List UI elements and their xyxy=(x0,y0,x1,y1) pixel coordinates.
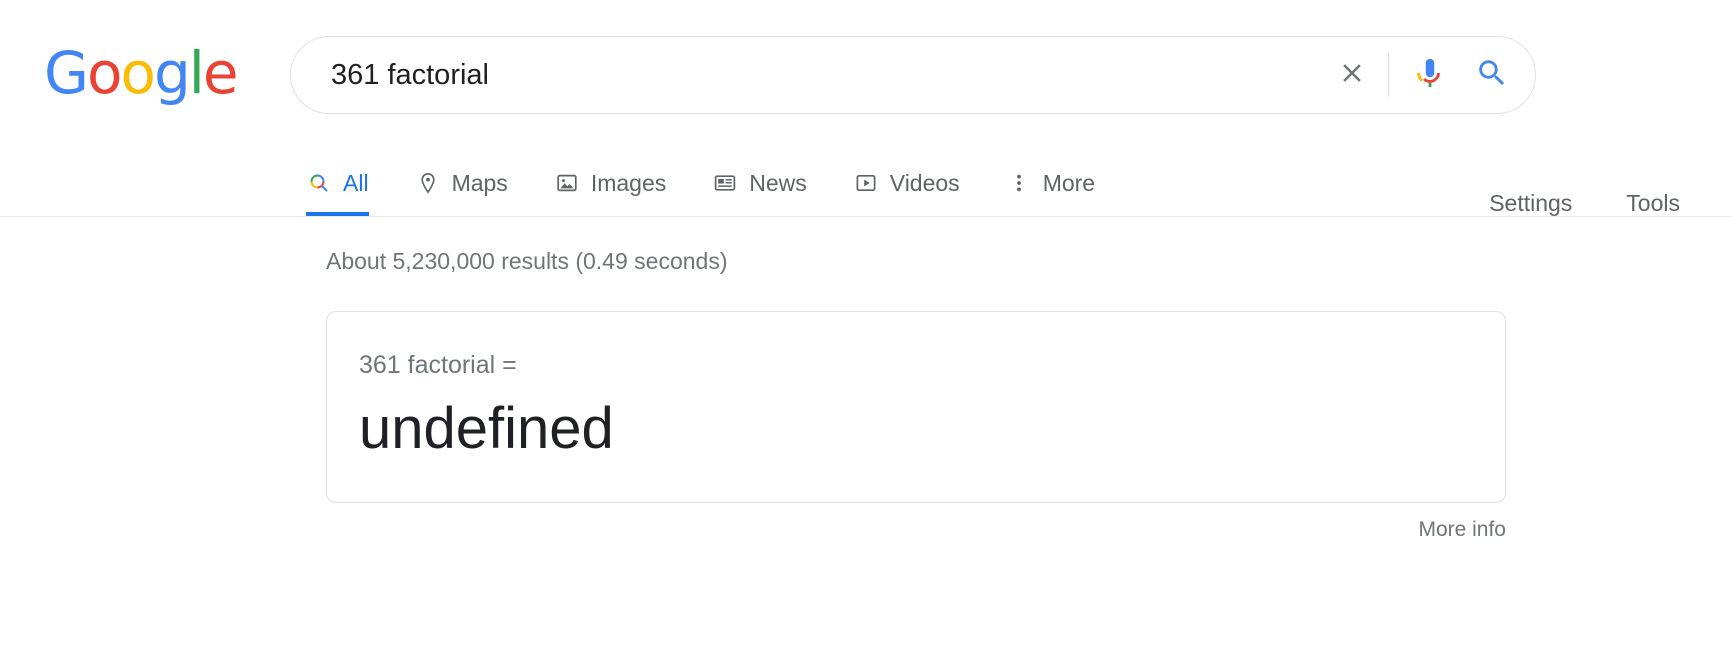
tab-maps[interactable]: Maps xyxy=(415,148,530,216)
logo-letter-g2: g xyxy=(153,39,191,107)
voice-search-button[interactable] xyxy=(1399,44,1461,106)
search-input[interactable] xyxy=(291,58,1324,92)
video-play-icon xyxy=(853,170,879,196)
tab-images[interactable]: Images xyxy=(554,148,688,216)
search-nav-bar: All Maps Images News Videos More Setting… xyxy=(0,148,1732,217)
search-box[interactable] xyxy=(290,36,1536,114)
logo-letter-o2: o xyxy=(120,39,155,107)
tab-more-label: More xyxy=(1042,170,1096,196)
tab-news[interactable]: News xyxy=(712,148,829,216)
logo-letter-l: l xyxy=(188,39,205,107)
kebab-menu-icon xyxy=(1006,170,1032,196)
tab-maps-label: Maps xyxy=(451,170,508,196)
news-icon xyxy=(712,170,738,196)
tab-all[interactable]: All xyxy=(306,148,391,216)
more-info-row: More info xyxy=(326,517,1506,543)
google-logo[interactable]: Google xyxy=(44,44,239,102)
calculator-answer-card: 361 factorial = undefined xyxy=(326,311,1506,503)
image-icon xyxy=(554,170,580,196)
search-box-actions xyxy=(1324,37,1535,113)
tools-button[interactable]: Tools xyxy=(1626,190,1680,216)
map-pin-icon xyxy=(415,170,441,196)
result-stats: About 5,230,000 results (0.49 seconds) xyxy=(326,248,728,274)
tab-videos-label: Videos xyxy=(889,170,960,196)
tab-videos[interactable]: Videos xyxy=(853,148,982,216)
search-header: Google xyxy=(0,0,1732,148)
clear-search-button[interactable] xyxy=(1324,47,1380,103)
close-icon xyxy=(1337,58,1367,93)
calculator-expression: 361 factorial = xyxy=(359,351,517,379)
search-box-divider xyxy=(1388,53,1389,97)
settings-button[interactable]: Settings xyxy=(1489,190,1572,216)
calculator-answer: undefined xyxy=(359,396,614,461)
more-info-link[interactable]: More info xyxy=(1418,517,1506,543)
logo-letter-o1: o xyxy=(86,39,122,107)
search-nav-inner: All Maps Images News Videos More Setting… xyxy=(306,148,1732,216)
search-submit-button[interactable] xyxy=(1461,44,1523,106)
search-icon xyxy=(306,170,332,196)
microphone-icon xyxy=(1413,56,1447,95)
tab-images-label: Images xyxy=(590,170,667,196)
nav-right-links: Settings Tools xyxy=(1435,168,1680,216)
logo-letter-g1: G xyxy=(44,39,89,107)
tab-news-label: News xyxy=(749,170,807,196)
results-content: About 5,230,000 results (0.49 seconds) 3… xyxy=(0,217,1732,543)
logo-letter-e: e xyxy=(202,39,239,107)
tab-all-label: All xyxy=(343,170,369,196)
tab-more[interactable]: More xyxy=(1006,148,1117,216)
search-icon xyxy=(1475,56,1509,95)
